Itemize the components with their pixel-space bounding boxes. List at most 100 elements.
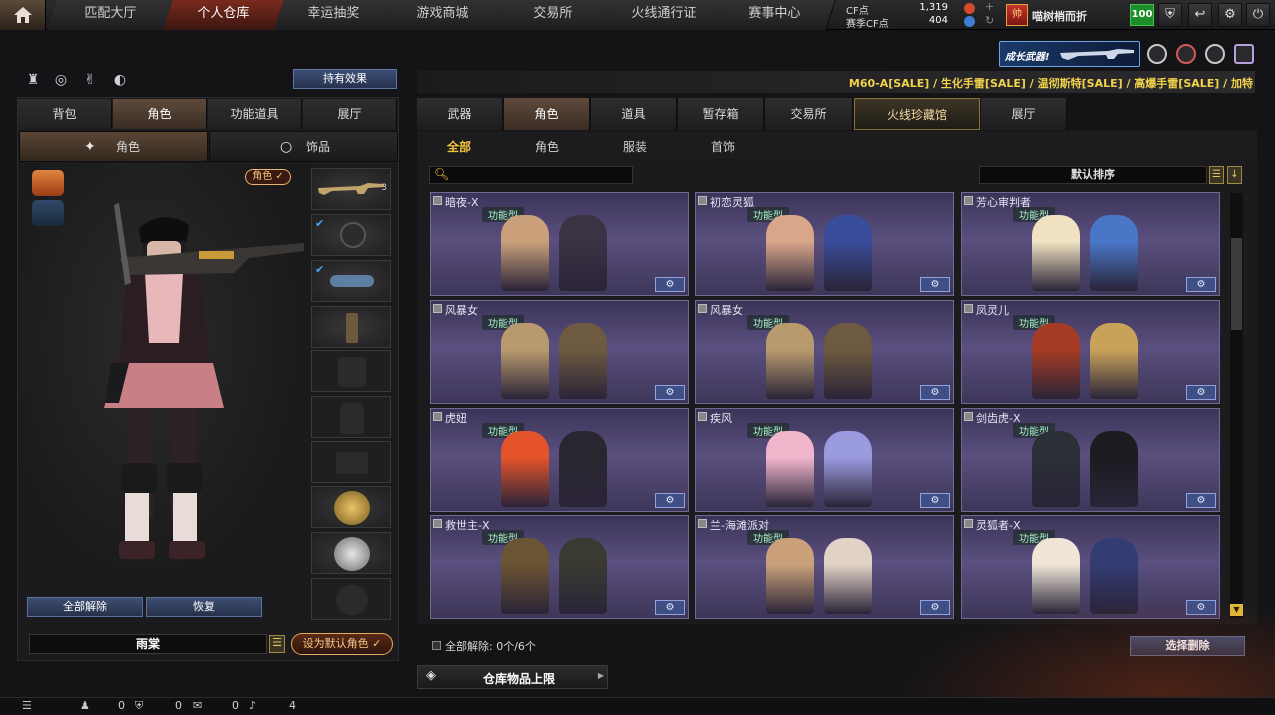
sale-ticker[interactable]: M60-A[SALE] / 生化手雷[SALE] / 温彻斯特[SALE] / … xyxy=(417,71,1255,93)
nav-tab-lucky-draw[interactable]: 幸运抽奖 xyxy=(274,0,394,30)
character-card[interactable]: 兰-海滩派对 功能型 ⚙ xyxy=(695,515,954,619)
slot-pendant-gold[interactable] xyxy=(311,486,391,528)
pet-icon[interactable]: ◐ xyxy=(110,70,130,90)
gear-icon[interactable]: ⚙ xyxy=(1218,3,1242,27)
left-tab-character[interactable]: 角色 xyxy=(113,99,207,129)
return-icon[interactable]: ↩ xyxy=(1188,3,1212,27)
preset-name-field[interactable]: 雨棠 xyxy=(29,634,267,654)
wing-emblem-icon[interactable] xyxy=(1205,44,1225,64)
slot-top-empty[interactable] xyxy=(311,350,391,392)
secondary-mode-icon[interactable] xyxy=(32,200,64,226)
right-tab-character[interactable]: 角色 xyxy=(504,98,590,130)
nav-tab-game-shop[interactable]: 游戏商城 xyxy=(383,0,503,30)
character-preview[interactable] xyxy=(19,163,307,593)
list-view-icon[interactable]: ☰ xyxy=(1209,166,1224,184)
chat-icon[interactable]: ✉ xyxy=(193,699,202,712)
right-tab-items[interactable]: 道具 xyxy=(591,98,677,130)
card-settings-icon[interactable]: ⚙ xyxy=(655,277,685,292)
set-default-character-button[interactable]: 设为默认角色 ✓ xyxy=(291,633,393,655)
left-tab-showroom[interactable]: 展厅 xyxy=(303,99,397,129)
card-settings-icon[interactable]: ⚙ xyxy=(920,385,950,400)
slot-weapon[interactable]: 3 xyxy=(311,168,391,210)
slot-pendant-silver[interactable] xyxy=(311,532,391,574)
right-tab-weapons[interactable]: 武器 xyxy=(417,98,503,130)
character-card[interactable]: 灵狐者-X 功能型 ⚙ xyxy=(961,515,1220,619)
right-tab-exchange[interactable]: 交易所 xyxy=(765,98,853,130)
scrollbar-thumb[interactable] xyxy=(1231,238,1242,330)
left-tab-functional-items[interactable]: 功能道具 xyxy=(208,99,302,129)
release-all-checkbox[interactable] xyxy=(432,641,441,650)
card-settings-icon[interactable]: ⚙ xyxy=(655,493,685,508)
character-card[interactable]: 初恋灵狐 功能型 ⚙ xyxy=(695,192,954,296)
nav-tab-match-lobby[interactable]: 匹配大厅 xyxy=(47,0,175,30)
sort-dropdown[interactable]: 默认排序 xyxy=(979,166,1207,184)
character-card[interactable]: 救世主-X 功能型 ⚙ xyxy=(430,515,689,619)
card-settings-icon[interactable]: ⚙ xyxy=(1186,600,1216,615)
character-mode-icon[interactable] xyxy=(32,170,64,196)
storage-capacity-button[interactable]: ◈ 仓库物品上限 ▶ xyxy=(417,665,608,689)
power-icon[interactable]: ⏻ xyxy=(1246,3,1270,27)
nav-tab-exchange[interactable]: 交易所 xyxy=(492,0,614,30)
right-tab-showroom[interactable]: 展厅 xyxy=(981,98,1067,130)
card-settings-icon[interactable]: ⚙ xyxy=(1186,493,1216,508)
pose-icon[interactable]: ✌ xyxy=(80,70,100,90)
filter-all[interactable]: 全部 xyxy=(447,138,471,155)
card-settings-icon[interactable]: ⚙ xyxy=(655,385,685,400)
card-settings-icon[interactable]: ⚙ xyxy=(920,600,950,615)
character-card[interactable]: 风暴女 功能型 ⚙ xyxy=(430,300,689,404)
card-settings-icon[interactable]: ⚙ xyxy=(1186,277,1216,292)
nav-tab-event-center[interactable]: 赛事中心 xyxy=(714,0,836,30)
slot-vest-empty[interactable] xyxy=(311,396,391,438)
friends-icon[interactable]: ♟ xyxy=(80,699,90,712)
scroll-down-icon[interactable]: ▼ xyxy=(1230,604,1243,616)
slot-helmet[interactable]: ✔ xyxy=(311,214,391,256)
right-tab-temp-storage[interactable]: 暂存箱 xyxy=(678,98,764,130)
character-card[interactable]: 暗夜-X 功能型 ⚙ xyxy=(430,192,689,296)
target-icon[interactable] xyxy=(1176,44,1196,64)
holding-effect-button[interactable]: 持有效果 xyxy=(293,69,397,89)
slot-glasses[interactable]: ✔ xyxy=(311,260,391,302)
nav-tab-personal-storage[interactable]: 个人仓库 xyxy=(163,0,285,30)
character-card[interactable]: 剑齿虎-X 功能型 ⚙ xyxy=(961,408,1220,512)
character-card[interactable]: 芳心审判者 功能型 ⚙ xyxy=(961,192,1220,296)
select-delete-button[interactable]: 选择删除 xyxy=(1130,636,1245,656)
subtab-accessory[interactable]: ○ 饰品 xyxy=(209,131,398,162)
character-card[interactable]: 凤灵儿 功能型 ⚙ xyxy=(961,300,1220,404)
restore-button[interactable]: 恢复 xyxy=(146,597,262,617)
character-card[interactable]: 虎妞 功能型 ⚙ xyxy=(430,408,689,512)
shield-icon[interactable]: ⛨ xyxy=(1158,3,1182,27)
shield-status-icon[interactable]: ⛨ xyxy=(135,699,143,713)
v-emblem-icon[interactable] xyxy=(1234,44,1254,64)
volume-icon[interactable]: ♪ xyxy=(249,699,256,712)
growth-weapon-banner[interactable]: 成长武器! xyxy=(999,41,1140,67)
search-input[interactable]: 🔍︎ xyxy=(429,166,633,184)
subtab-character[interactable]: ✦ 角色 xyxy=(19,131,208,162)
card-settings-icon[interactable]: ⚙ xyxy=(655,600,685,615)
home-button[interactable] xyxy=(0,0,46,30)
card-settings-icon[interactable]: ⚙ xyxy=(920,493,950,508)
release-all-button[interactable]: 全部解除 xyxy=(27,597,143,617)
right-tab-collection-hall[interactable]: 火线珍藏馆 xyxy=(854,98,980,130)
menu-list-icon[interactable]: ☰ xyxy=(22,699,32,712)
sort-direction-icon[interactable]: ↓ xyxy=(1227,166,1242,184)
home-icon xyxy=(14,7,32,23)
left-tab-backpack[interactable]: 背包 xyxy=(18,99,112,129)
podium-icon[interactable]: ♜ xyxy=(23,70,43,90)
preset-list-icon[interactable]: ☰ xyxy=(269,635,285,653)
filter-clothing[interactable]: 服装 xyxy=(623,138,647,155)
cf-coin-icon xyxy=(964,3,975,14)
card-settings-icon[interactable]: ⚙ xyxy=(1186,385,1216,400)
emblem-icon[interactable] xyxy=(1147,44,1167,64)
slot-pants-empty[interactable] xyxy=(311,441,391,483)
character-card[interactable]: 风暴女 功能型 ⚙ xyxy=(695,300,954,404)
refresh-icon[interactable]: ↻ xyxy=(985,14,994,27)
slot-radio[interactable] xyxy=(311,306,391,348)
card-settings-icon[interactable]: ⚙ xyxy=(920,277,950,292)
nav-tab-battle-pass[interactable]: 火线通行证 xyxy=(603,0,725,30)
filter-character[interactable]: 角色 xyxy=(535,138,559,155)
add-cf-icon[interactable]: + xyxy=(985,0,994,13)
character-card[interactable]: 疾风 功能型 ⚙ xyxy=(695,408,954,512)
slot-accessory-empty[interactable] xyxy=(311,578,391,620)
rotate-view-icon[interactable]: ◎ xyxy=(51,70,71,90)
filter-jewelry[interactable]: 首饰 xyxy=(711,138,735,155)
